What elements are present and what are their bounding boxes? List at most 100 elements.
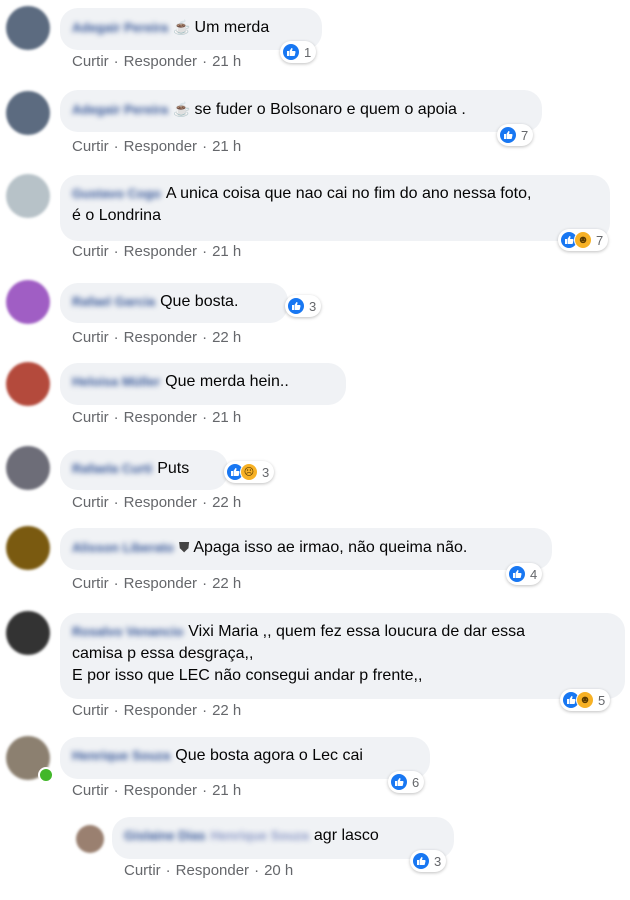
like-link[interactable]: Curtir	[72, 575, 109, 592]
like-link[interactable]: Curtir	[72, 494, 109, 511]
comment-bubble: Rosalvo Venancio Vixi Maria ,, quem fez e…	[60, 613, 625, 699]
avatar[interactable]	[6, 526, 50, 570]
reply-link[interactable]: Responder	[124, 702, 197, 719]
author-name[interactable]: Adegair Pereira	[72, 102, 168, 117]
online-status-indicator	[38, 767, 54, 783]
author-name[interactable]: Gustavo Cogo	[72, 186, 161, 201]
separator: ·	[165, 862, 171, 879]
author-name[interactable]: Rosalvo Venancio	[72, 624, 183, 639]
like-link[interactable]: Curtir	[72, 409, 109, 426]
reply-link[interactable]: Responder	[124, 53, 197, 70]
separator: ·	[202, 53, 208, 70]
reaction-summary[interactable]: ☹ 3	[224, 461, 275, 483]
comment-actions: Curtir · Responder · 21 h	[72, 243, 241, 260]
reaction-count: 4	[530, 566, 538, 582]
separator: ·	[202, 329, 208, 346]
comment-text-line-2: é o Londrina	[72, 207, 161, 224]
avatar[interactable]	[6, 446, 50, 490]
reply-link[interactable]: Responder	[124, 138, 197, 155]
timestamp[interactable]: 22 h	[212, 702, 241, 719]
author-name[interactable]: Rafaela Curti	[72, 461, 152, 476]
shield-icon: ⛊	[178, 539, 190, 555]
avatar[interactable]	[6, 6, 50, 50]
separator: ·	[113, 702, 119, 719]
coffee-icon: ☕	[173, 19, 191, 35]
reaction-summary[interactable]: 3	[410, 850, 447, 872]
reply-link[interactable]: Responder	[124, 782, 197, 799]
like-link[interactable]: Curtir	[72, 782, 109, 799]
reaction-summary[interactable]: ☻ 7	[558, 229, 609, 251]
like-link[interactable]: Curtir	[72, 53, 109, 70]
avatar[interactable]	[76, 825, 104, 853]
timestamp[interactable]: 22 h	[212, 575, 241, 592]
avatar[interactable]	[6, 91, 50, 135]
author-name[interactable]: Gislaine Dias	[124, 828, 206, 843]
comment-bubble: Gustavo Cogo A unica coisa que nao cai no…	[60, 175, 610, 241]
reply-link[interactable]: Responder	[176, 862, 249, 879]
avatar[interactable]	[6, 280, 50, 324]
like-reaction-icon	[282, 43, 300, 61]
reaction-summary[interactable]: 7	[497, 124, 534, 146]
reply-link[interactable]: Responder	[124, 575, 197, 592]
haha-reaction-icon: ☻	[576, 691, 594, 709]
separator: ·	[202, 575, 208, 592]
avatar[interactable]	[6, 611, 50, 655]
timestamp[interactable]: 22 h	[212, 329, 241, 346]
reaction-summary[interactable]: 1	[280, 41, 317, 63]
timestamp[interactable]: 22 h	[212, 494, 241, 511]
separator: ·	[202, 782, 208, 799]
timestamp[interactable]: 21 h	[212, 243, 241, 260]
reply-link[interactable]: Responder	[124, 409, 197, 426]
avatar[interactable]	[6, 174, 50, 218]
avatar[interactable]	[6, 362, 50, 406]
mention-tag[interactable]: Henrique Souza	[211, 828, 309, 843]
comment-bubble: Gislaine Dias Henrique Souza agr lasco	[112, 817, 454, 859]
like-link[interactable]: Curtir	[124, 862, 161, 879]
comment-actions: Curtir · Responder · 21 h	[72, 782, 241, 799]
comment-bubble: Adegair Pereira ☕ se fuder o Bolsonaro e q…	[60, 90, 542, 132]
comment-text: Puts	[157, 460, 190, 477]
author-name[interactable]: Alisson Liberato	[72, 540, 174, 555]
like-link[interactable]: Curtir	[72, 702, 109, 719]
comment-text-line-3: E por isso que LEC não consegui andar p …	[72, 667, 423, 684]
separator: ·	[202, 494, 208, 511]
timestamp[interactable]: 21 h	[212, 782, 241, 799]
like-reaction-icon	[287, 297, 305, 315]
comment-actions: Curtir · Responder · 21 h	[72, 53, 241, 70]
comment-text: Um merda	[194, 19, 270, 36]
reaction-count: 1	[304, 44, 312, 60]
separator: ·	[113, 138, 119, 155]
comment-text: se fuder o Bolsonaro e quem o apoia .	[194, 101, 466, 118]
author-name[interactable]: Henrique Souza	[72, 748, 170, 763]
comment-text: agr lasco	[313, 827, 379, 844]
like-reaction-icon	[412, 852, 430, 870]
comment-actions: Curtir · Responder · 22 h	[72, 575, 241, 592]
haha-reaction-icon: ☻	[574, 231, 592, 249]
comment-text: Que bosta agora o Lec cai	[175, 747, 363, 764]
reaction-summary[interactable]: 4	[506, 563, 543, 585]
author-name[interactable]: Rafael Garcia	[72, 294, 155, 309]
timestamp[interactable]: 21 h	[212, 138, 241, 155]
author-name[interactable]: Adegair Pereira	[72, 20, 168, 35]
like-link[interactable]: Curtir	[72, 243, 109, 260]
like-link[interactable]: Curtir	[72, 329, 109, 346]
like-reaction-icon	[499, 126, 517, 144]
timestamp[interactable]: 21 h	[212, 53, 241, 70]
comment-actions: Curtir · Responder · 22 h	[72, 494, 241, 511]
separator: ·	[113, 782, 119, 799]
sad-reaction-icon: ☹	[240, 463, 258, 481]
reaction-summary[interactable]: ☻ 5	[560, 689, 611, 711]
timestamp[interactable]: 20 h	[264, 862, 293, 879]
reply-link[interactable]: Responder	[124, 494, 197, 511]
reply-link[interactable]: Responder	[124, 329, 197, 346]
reaction-summary[interactable]: 3	[285, 295, 322, 317]
like-link[interactable]: Curtir	[72, 138, 109, 155]
reply-link[interactable]: Responder	[124, 243, 197, 260]
comment-actions: Curtir · Responder · 21 h	[72, 138, 241, 155]
separator: ·	[113, 409, 119, 426]
reaction-summary[interactable]: 6	[388, 771, 425, 793]
comment-text: Que bosta.	[160, 293, 239, 310]
timestamp[interactable]: 21 h	[212, 409, 241, 426]
author-name[interactable]: Heloisa Müller	[72, 374, 160, 389]
comment-bubble: Henrique Souza Que bosta agora o Lec cai	[60, 737, 430, 779]
